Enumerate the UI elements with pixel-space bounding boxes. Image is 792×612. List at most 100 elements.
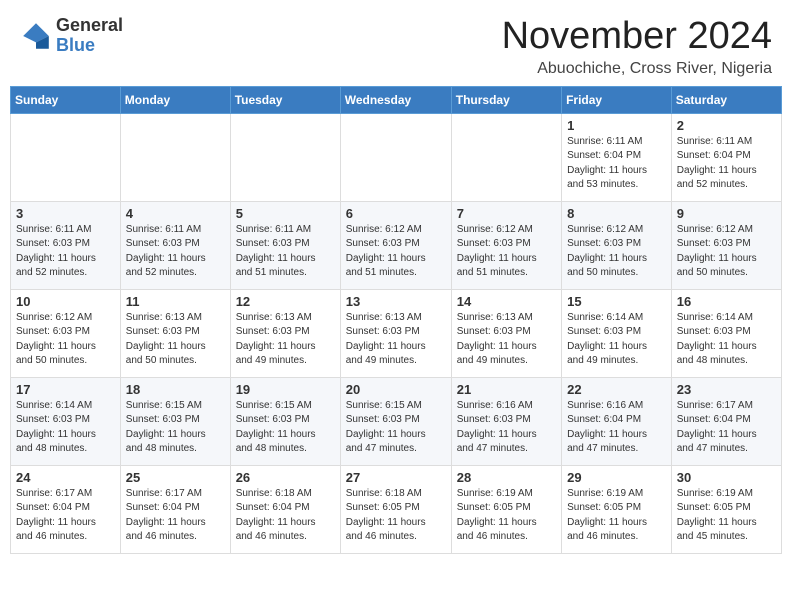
day-number: 15 — [567, 294, 666, 309]
day-info: Sunrise: 6:17 AM Sunset: 6:04 PM Dayligh… — [126, 487, 225, 545]
calendar-cell: 12 Sunrise: 6:13 AM Sunset: 6:03 PM Dayli… — [230, 289, 340, 377]
day-number: 7 — [457, 206, 556, 221]
weekday-header: Monday — [120, 86, 230, 113]
calendar-cell: 1 Sunrise: 6:11 AM Sunset: 6:04 PM Daylig… — [562, 113, 672, 201]
logo-icon — [20, 20, 52, 52]
day-info: Sunrise: 6:14 AM Sunset: 6:03 PM Dayligh… — [16, 399, 115, 457]
weekday-header: Sunday — [11, 86, 121, 113]
calendar-week-row: 17 Sunrise: 6:14 AM Sunset: 6:03 PM Dayli… — [11, 377, 782, 465]
calendar-cell: 30Sunrise: 6:19 AM Sunset: 6:05 PM Dayli… — [671, 465, 781, 553]
weekday-header: Tuesday — [230, 86, 340, 113]
calendar-cell — [120, 113, 230, 201]
weekday-header: Wednesday — [340, 86, 451, 113]
logo-blue: Blue — [56, 36, 123, 56]
day-number: 4 — [126, 206, 225, 221]
calendar-cell: 11Sunrise: 6:13 AM Sunset: 6:03 PM Dayli… — [120, 289, 230, 377]
day-info: Sunrise: 6:18 AM Sunset: 6:05 PM Dayligh… — [346, 487, 446, 545]
day-info: Sunrise: 6:16 AM Sunset: 6:03 PM Dayligh… — [457, 399, 556, 457]
location-subtitle: Abuochiche, Cross River, Nigeria — [502, 60, 772, 78]
day-number: 23 — [677, 382, 776, 397]
month-title: November 2024 — [502, 16, 772, 58]
calendar-week-row: 3 Sunrise: 6:11 AM Sunset: 6:03 PM Daylig… — [11, 201, 782, 289]
day-info: Sunrise: 6:19 AM Sunset: 6:05 PM Dayligh… — [457, 487, 556, 545]
day-number: 17 — [16, 382, 115, 397]
calendar-cell: 22Sunrise: 6:16 AM Sunset: 6:04 PM Dayli… — [562, 377, 672, 465]
calendar-cell: 29Sunrise: 6:19 AM Sunset: 6:05 PM Dayli… — [562, 465, 672, 553]
day-info: Sunrise: 6:15 AM Sunset: 6:03 PM Dayligh… — [126, 399, 225, 457]
day-number: 10 — [16, 294, 115, 309]
day-info: Sunrise: 6:12 AM Sunset: 6:03 PM Dayligh… — [346, 223, 446, 281]
calendar-wrap: SundayMondayTuesdayWednesdayThursdayFrid… — [0, 86, 792, 564]
calendar-cell: 15Sunrise: 6:14 AM Sunset: 6:03 PM Dayli… — [562, 289, 672, 377]
calendar-cell: 20Sunrise: 6:15 AM Sunset: 6:03 PM Dayli… — [340, 377, 451, 465]
day-number: 5 — [236, 206, 335, 221]
calendar-cell — [11, 113, 121, 201]
day-number: 11 — [126, 294, 225, 309]
calendar-cell: 4 Sunrise: 6:11 AM Sunset: 6:03 PM Daylig… — [120, 201, 230, 289]
day-info: Sunrise: 6:18 AM Sunset: 6:04 PM Dayligh… — [236, 487, 335, 545]
day-number: 2 — [677, 118, 776, 133]
day-number: 30 — [677, 470, 776, 485]
calendar-cell — [230, 113, 340, 201]
day-number: 22 — [567, 382, 666, 397]
calendar-cell: 2 Sunrise: 6:11 AM Sunset: 6:04 PM Daylig… — [671, 113, 781, 201]
day-info: Sunrise: 6:11 AM Sunset: 6:03 PM Dayligh… — [16, 223, 115, 281]
logo: General Blue — [20, 16, 123, 56]
calendar-week-row: 10 Sunrise: 6:12 AM Sunset: 6:03 PM Dayli… — [11, 289, 782, 377]
day-info: Sunrise: 6:13 AM Sunset: 6:03 PM Dayligh… — [346, 311, 446, 369]
calendar-cell: 25 Sunrise: 6:17 AM Sunset: 6:04 PM Dayli… — [120, 465, 230, 553]
calendar-cell — [451, 113, 561, 201]
day-info: Sunrise: 6:11 AM Sunset: 6:04 PM Dayligh… — [677, 135, 776, 193]
calendar-cell: 26 Sunrise: 6:18 AM Sunset: 6:04 PM Dayli… — [230, 465, 340, 553]
day-number: 12 — [236, 294, 335, 309]
day-info: Sunrise: 6:14 AM Sunset: 6:03 PM Dayligh… — [677, 311, 776, 369]
day-number: 3 — [16, 206, 115, 221]
calendar-cell: 6 Sunrise: 6:12 AM Sunset: 6:03 PM Daylig… — [340, 201, 451, 289]
calendar-header: SundayMondayTuesdayWednesdayThursdayFrid… — [11, 86, 782, 113]
day-number: 29 — [567, 470, 666, 485]
day-info: Sunrise: 6:13 AM Sunset: 6:03 PM Dayligh… — [236, 311, 335, 369]
day-number: 19 — [236, 382, 335, 397]
day-number: 18 — [126, 382, 225, 397]
day-number: 26 — [236, 470, 335, 485]
day-number: 9 — [677, 206, 776, 221]
weekday-header: Thursday — [451, 86, 561, 113]
calendar-cell: 3 Sunrise: 6:11 AM Sunset: 6:03 PM Daylig… — [11, 201, 121, 289]
day-info: Sunrise: 6:12 AM Sunset: 6:03 PM Dayligh… — [16, 311, 115, 369]
day-info: Sunrise: 6:11 AM Sunset: 6:03 PM Dayligh… — [126, 223, 225, 281]
day-number: 1 — [567, 118, 666, 133]
day-number: 8 — [567, 206, 666, 221]
logo-general: General — [56, 16, 123, 36]
calendar-cell: 23 Sunrise: 6:17 AM Sunset: 6:04 PM Dayli… — [671, 377, 781, 465]
day-number: 14 — [457, 294, 556, 309]
day-number: 28 — [457, 470, 556, 485]
calendar-week-row: 24Sunrise: 6:17 AM Sunset: 6:04 PM Dayli… — [11, 465, 782, 553]
calendar-cell: 21Sunrise: 6:16 AM Sunset: 6:03 PM Dayli… — [451, 377, 561, 465]
day-info: Sunrise: 6:15 AM Sunset: 6:03 PM Dayligh… — [346, 399, 446, 457]
day-info: Sunrise: 6:11 AM Sunset: 6:03 PM Dayligh… — [236, 223, 335, 281]
day-info: Sunrise: 6:17 AM Sunset: 6:04 PM Dayligh… — [677, 399, 776, 457]
calendar-body: 1 Sunrise: 6:11 AM Sunset: 6:04 PM Daylig… — [11, 113, 782, 553]
calendar-cell: 17 Sunrise: 6:14 AM Sunset: 6:03 PM Dayli… — [11, 377, 121, 465]
weekday-header: Saturday — [671, 86, 781, 113]
calendar-week-row: 1 Sunrise: 6:11 AM Sunset: 6:04 PM Daylig… — [11, 113, 782, 201]
calendar-cell: 28 Sunrise: 6:19 AM Sunset: 6:05 PM Dayli… — [451, 465, 561, 553]
calendar-cell: 14Sunrise: 6:13 AM Sunset: 6:03 PM Dayli… — [451, 289, 561, 377]
title-block: November 2024 Abuochiche, Cross River, N… — [502, 16, 772, 78]
calendar-cell: 19 Sunrise: 6:15 AM Sunset: 6:03 PM Dayli… — [230, 377, 340, 465]
calendar-cell: 7Sunrise: 6:12 AM Sunset: 6:03 PM Daylig… — [451, 201, 561, 289]
weekday-header: Friday — [562, 86, 672, 113]
day-number: 13 — [346, 294, 446, 309]
page-header: General Blue November 2024 Abuochiche, C… — [0, 0, 792, 86]
day-info: Sunrise: 6:15 AM Sunset: 6:03 PM Dayligh… — [236, 399, 335, 457]
calendar-cell: 13 Sunrise: 6:13 AM Sunset: 6:03 PM Dayli… — [340, 289, 451, 377]
day-number: 16 — [677, 294, 776, 309]
calendar-cell: 9Sunrise: 6:12 AM Sunset: 6:03 PM Daylig… — [671, 201, 781, 289]
day-info: Sunrise: 6:12 AM Sunset: 6:03 PM Dayligh… — [567, 223, 666, 281]
day-number: 6 — [346, 206, 446, 221]
calendar-cell: 16 Sunrise: 6:14 AM Sunset: 6:03 PM Dayli… — [671, 289, 781, 377]
day-info: Sunrise: 6:11 AM Sunset: 6:04 PM Dayligh… — [567, 135, 666, 193]
calendar-cell: 27Sunrise: 6:18 AM Sunset: 6:05 PM Dayli… — [340, 465, 451, 553]
day-number: 25 — [126, 470, 225, 485]
weekday-row: SundayMondayTuesdayWednesdayThursdayFrid… — [11, 86, 782, 113]
